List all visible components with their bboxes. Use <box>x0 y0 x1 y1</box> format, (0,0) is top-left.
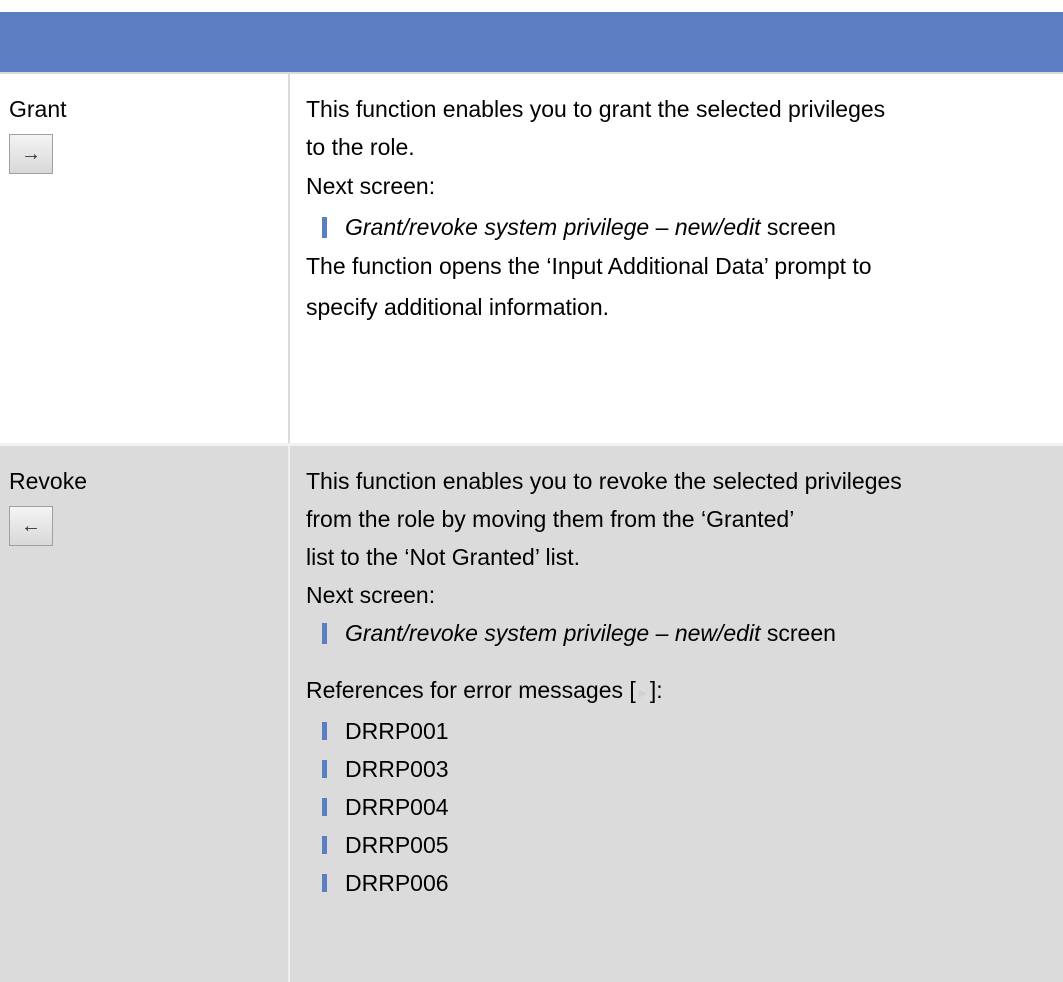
description-cell: This function enables you to grant the s… <box>306 90 1058 326</box>
error-code-item: DRRP005 <box>306 826 1058 864</box>
description-line: This function enables you to revoke the … <box>306 468 902 494</box>
arrow-left-icon[interactable]: ← <box>9 506 53 546</box>
description-line: This function enables you to grant the s… <box>306 96 886 122</box>
next-screen-text: Grant/revoke system privilege – new/edit… <box>345 614 836 652</box>
description-cell: This function enables you to revoke the … <box>306 462 1058 902</box>
next-screen-item: Grant/revoke system privilege – new/edit… <box>306 208 1058 246</box>
function-cell: Grant → <box>9 90 279 174</box>
error-code-item: DRRP001 <box>306 712 1058 750</box>
screen-suffix: screen <box>760 620 836 646</box>
screen-mode: new/edit <box>674 620 761 646</box>
error-code: DRRP001 <box>345 718 449 744</box>
error-code: DRRP004 <box>345 794 449 820</box>
next-screen-text: Grant/revoke system privilege – new/edit… <box>345 208 836 246</box>
next-screen-label: Next screen: <box>306 582 436 608</box>
description-line: The function opens the ‘Input Additional… <box>306 253 872 279</box>
description-line: to the role. <box>306 134 415 160</box>
function-cell: Revoke ← <box>9 462 279 546</box>
bullet-icon <box>322 798 327 816</box>
description-line: list to the ‘Not Granted’ list. <box>306 544 580 570</box>
screen-name: Grant/revoke system privilege <box>345 214 650 240</box>
column-divider <box>288 446 290 982</box>
next-screen-item: Grant/revoke system privilege – new/edit… <box>306 614 1058 652</box>
bullet-icon <box>322 760 327 778</box>
arrow-right-icon[interactable]: → <box>9 134 53 174</box>
error-code: DRRP003 <box>345 756 449 782</box>
table-row-grant: Grant → This function enables you to gra… <box>0 72 1063 445</box>
bullet-icon <box>322 874 327 892</box>
screen-dash: – <box>649 214 675 240</box>
bullet-icon <box>322 622 327 644</box>
references-suffix: ]: <box>649 677 663 703</box>
screen-dash: – <box>649 620 675 646</box>
error-code-item: DRRP003 <box>306 750 1058 788</box>
references-label: References for error messages [▸]: <box>306 670 1058 712</box>
description-line: specify additional information. <box>306 294 609 320</box>
reference-arrow-icon: ▸ <box>638 685 647 702</box>
screen-mode: new/edit <box>674 214 761 240</box>
table-row-revoke: Revoke ← This function enables you to re… <box>0 443 1063 982</box>
function-name: Revoke <box>9 468 87 494</box>
screen-name: Grant/revoke system privilege <box>345 620 650 646</box>
bullet-icon <box>322 216 327 238</box>
bullet-icon <box>322 722 327 740</box>
references-prefix: References for error messages [ <box>306 677 636 703</box>
table-header-bar <box>0 12 1063 72</box>
function-name: Grant <box>9 96 67 122</box>
page: Grant → This function enables you to gra… <box>0 0 1063 982</box>
error-code-item: DRRP006 <box>306 864 1058 902</box>
error-code: DRRP005 <box>345 832 449 858</box>
description-line: from the role by moving them from the ‘G… <box>306 506 795 532</box>
screen-suffix: screen <box>760 214 836 240</box>
bullet-icon <box>322 836 327 854</box>
error-code-list: DRRP001 DRRP003 DRRP004 DRRP005 DRRP006 <box>306 712 1058 902</box>
error-code: DRRP006 <box>345 870 449 896</box>
next-screen-label: Next screen: <box>306 173 436 199</box>
column-divider <box>288 74 290 445</box>
error-code-item: DRRP004 <box>306 788 1058 826</box>
